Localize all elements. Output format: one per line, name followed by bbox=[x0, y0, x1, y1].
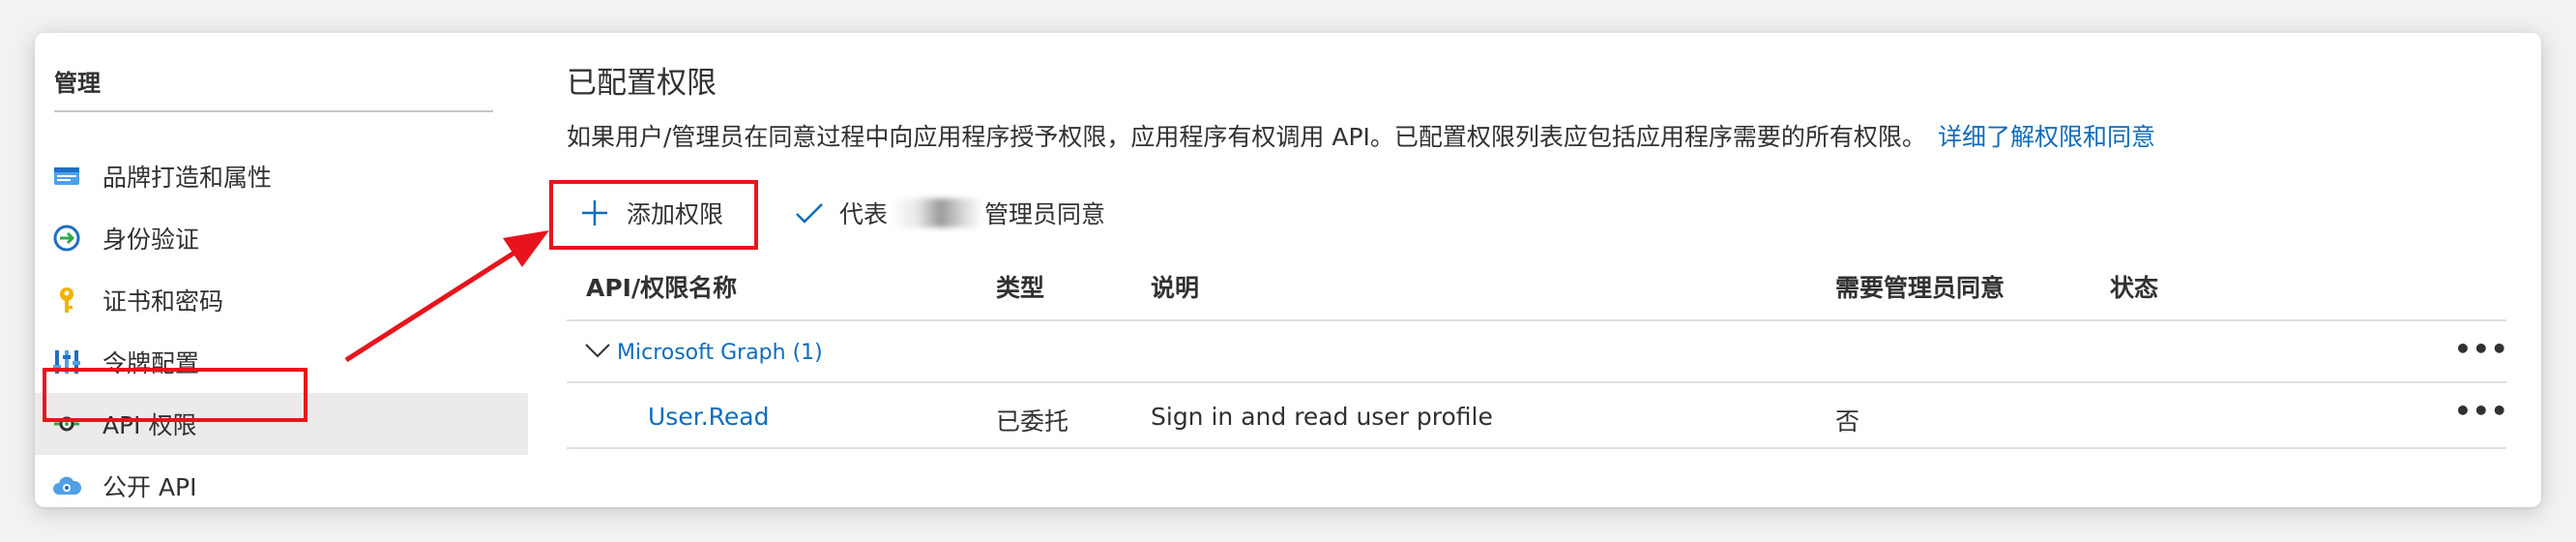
expose-api-icon bbox=[53, 476, 81, 495]
group-divider bbox=[567, 381, 2506, 383]
sidebar-item-label: 证书和密码 bbox=[102, 287, 224, 316]
sidebar-item-branding[interactable]: 品牌打造和属性 bbox=[35, 145, 528, 207]
group-more-options-button[interactable]: ••• bbox=[2454, 333, 2509, 365]
grant-consent-suffix: 管理员同意 bbox=[984, 200, 1106, 228]
group-name-link[interactable]: Microsoft Graph (1) bbox=[617, 341, 823, 365]
column-header-admin-consent: 需要管理员同意 bbox=[1835, 274, 2005, 302]
page-title: 已配置权限 bbox=[567, 66, 717, 101]
learn-more-link[interactable]: 详细了解权限和同意 bbox=[1938, 123, 2155, 151]
key-icon bbox=[60, 287, 73, 313]
header-divider bbox=[567, 319, 2506, 321]
sidebar-item-label: 身份验证 bbox=[102, 226, 200, 254]
permission-description: Sign in and read user profile bbox=[1151, 403, 1493, 431]
sidebar-item-label: 公开 API bbox=[102, 473, 197, 501]
highlight-box-add-permission bbox=[549, 180, 758, 250]
row-more-options-button[interactable]: ••• bbox=[2454, 395, 2509, 427]
sidebar-item-expose-api[interactable]: 公开 API bbox=[35, 455, 528, 507]
sidebar-item-authentication[interactable]: 身份验证 bbox=[35, 207, 528, 269]
sidebar-divider bbox=[54, 110, 493, 112]
column-header-api-name: API/权限名称 bbox=[586, 274, 738, 302]
app-registration-panel: 管理 品牌打造和属性 身份验证 证书和密码 令牌配置 API 权限 公开 API… bbox=[35, 33, 2541, 507]
column-header-type: 类型 bbox=[996, 274, 1045, 302]
highlight-box-api-permissions bbox=[43, 368, 307, 422]
row-divider bbox=[567, 447, 2506, 449]
checkmark-icon bbox=[796, 203, 823, 224]
grant-consent-prefix: 代表 bbox=[839, 200, 889, 228]
permission-name-link[interactable]: User.Read bbox=[648, 403, 769, 431]
authentication-icon bbox=[53, 225, 80, 252]
sidebar-item-label: 品牌打造和属性 bbox=[102, 164, 273, 192]
sidebar-heading: 管理 bbox=[54, 70, 101, 97]
description-text: 如果用户/管理员在同意过程中向应用程序授予权限，应用程序有权调用 API。已配置… bbox=[567, 123, 1926, 151]
table-row: User.Read 已委托 Sign in and read user prof… bbox=[567, 385, 2509, 447]
sidebar-item-certificates[interactable]: 证书和密码 bbox=[35, 269, 528, 331]
table-group-row[interactable]: Microsoft Graph (1) ••• bbox=[567, 323, 2509, 383]
page-description: 如果用户/管理员在同意过程中向应用程序授予权限，应用程序有权调用 API。已配置… bbox=[567, 118, 2155, 153]
branding-icon bbox=[54, 167, 79, 185]
column-header-description: 说明 bbox=[1151, 274, 1200, 302]
admin-consent-value: 否 bbox=[1835, 407, 1860, 436]
permission-type: 已委托 bbox=[996, 407, 1069, 436]
grant-admin-consent-button[interactable]: 代表 管理员同意 bbox=[795, 186, 1105, 240]
column-header-status: 状态 bbox=[2110, 274, 2159, 302]
redacted-tenant-name bbox=[890, 198, 983, 227]
chevron-down-icon bbox=[585, 344, 610, 358]
